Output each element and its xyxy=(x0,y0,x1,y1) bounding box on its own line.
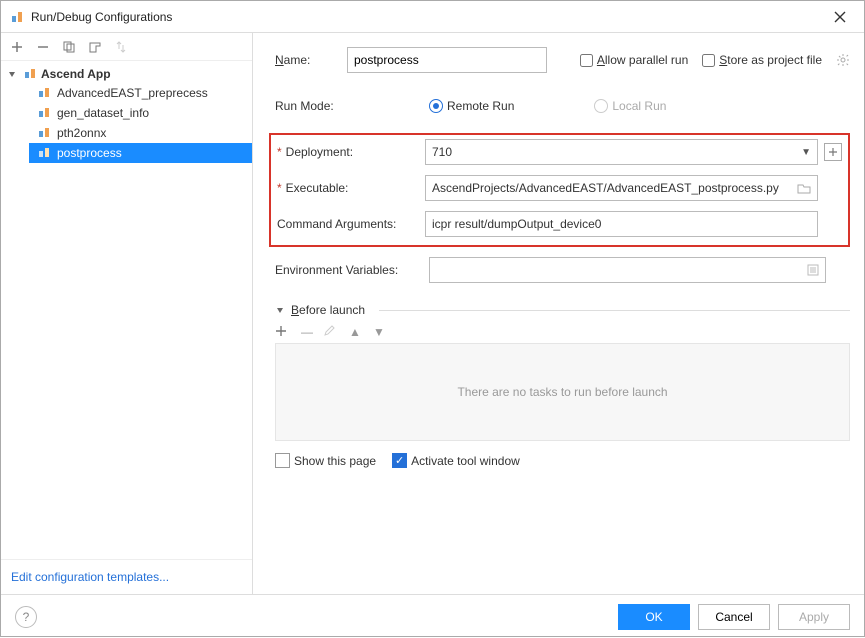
main-panel: Name: Allow parallel run Store as projec… xyxy=(253,33,864,594)
move-up-button: ▲ xyxy=(347,325,363,339)
expand-arrow-icon xyxy=(7,69,19,79)
store-project-label: Store as project file xyxy=(719,53,822,67)
window-title: Run/Debug Configurations xyxy=(31,10,824,24)
sort-config-button[interactable] xyxy=(111,37,131,57)
radio-dot-icon xyxy=(429,99,443,113)
tree-item-label: postprocess xyxy=(57,146,122,160)
remote-run-radio[interactable]: Remote Run xyxy=(429,99,514,113)
allow-parallel-checkbox[interactable]: Allow parallel run xyxy=(580,53,688,67)
app-icon xyxy=(9,9,25,25)
before-launch-empty: There are no tasks to run before launch xyxy=(275,343,850,441)
env-vars-input[interactable] xyxy=(429,257,826,283)
env-vars-row: Environment Variables: xyxy=(275,257,850,283)
allow-parallel-label: Allow parallel run xyxy=(597,53,688,67)
tree-item-postprocess[interactable]: postprocess xyxy=(29,143,252,163)
local-run-radio: Local Run xyxy=(594,99,666,113)
executable-input[interactable]: AscendProjects/AdvancedEAST/AdvancedEAST… xyxy=(425,175,818,201)
title-bar: Run/Debug Configurations xyxy=(1,1,864,33)
close-button[interactable] xyxy=(824,5,856,29)
tree-item-pth2onnx[interactable]: pth2onnx xyxy=(29,123,252,143)
add-task-button[interactable] xyxy=(275,325,291,339)
list-icon[interactable] xyxy=(807,264,819,276)
edit-templates-link[interactable]: Edit configuration templates... xyxy=(1,559,252,594)
remove-config-button[interactable] xyxy=(33,37,53,57)
checkbox-icon xyxy=(275,453,290,468)
executable-label: *Executable: xyxy=(277,181,425,195)
copy-config-button[interactable] xyxy=(59,37,79,57)
config-icon xyxy=(37,87,51,99)
tree-item-gendataset[interactable]: gen_dataset_info xyxy=(29,103,252,123)
config-icon xyxy=(37,127,51,139)
tree-item-label: pth2onnx xyxy=(57,126,106,140)
cancel-button[interactable]: Cancel xyxy=(698,604,770,630)
tree-item-advancedeast[interactable]: AdvancedEAST_preprecess xyxy=(29,83,252,103)
before-launch-toolbar: — ▲ ▼ xyxy=(275,321,850,343)
config-icon xyxy=(37,107,51,119)
store-project-checkbox[interactable]: Store as project file xyxy=(702,53,822,67)
add-config-button[interactable] xyxy=(7,37,27,57)
deployment-dropdown[interactable]: 710 ▼ xyxy=(425,139,818,165)
divider xyxy=(379,310,850,311)
deployment-row: *Deployment: 710 ▼ xyxy=(277,139,842,165)
store-project-input[interactable] xyxy=(702,54,715,67)
name-label: Name: xyxy=(275,53,347,67)
cmd-args-label: Command Arguments: xyxy=(277,217,425,231)
ok-button[interactable]: OK xyxy=(618,604,690,630)
help-button[interactable]: ? xyxy=(15,606,37,628)
folder-icon[interactable] xyxy=(797,182,811,194)
deployment-value: 710 xyxy=(432,145,795,159)
chevron-down-icon: ▼ xyxy=(801,147,811,158)
cmd-args-input[interactable]: icpr result/dumpOutput_device0 xyxy=(425,211,818,237)
apply-button: Apply xyxy=(778,604,850,630)
folder-icon xyxy=(23,68,37,80)
allow-parallel-input[interactable] xyxy=(580,54,593,67)
cmd-args-value: icpr result/dumpOutput_device0 xyxy=(432,217,811,231)
gear-icon[interactable] xyxy=(836,53,850,67)
config-icon xyxy=(37,147,51,159)
executable-row: *Executable: AscendProjects/AdvancedEAST… xyxy=(277,175,842,201)
tree-root[interactable]: Ascend App xyxy=(1,65,252,83)
env-vars-label: Environment Variables: xyxy=(275,263,429,277)
tree-root-label: Ascend App xyxy=(41,67,111,81)
before-launch-label: Before launch xyxy=(291,303,365,317)
show-page-label: Show this page xyxy=(294,454,376,468)
empty-tasks-text: There are no tasks to run before launch xyxy=(457,385,667,399)
collapse-arrow-icon xyxy=(275,305,285,315)
before-launch-header[interactable]: Before launch xyxy=(275,303,850,321)
name-row: Name: Allow parallel run Store as projec… xyxy=(275,47,850,73)
remove-task-button: — xyxy=(299,325,315,339)
cmd-args-row: Command Arguments: icpr result/dumpOutpu… xyxy=(277,211,842,237)
edit-task-button xyxy=(323,325,339,339)
footer: ? OK Cancel Apply xyxy=(1,594,864,638)
save-config-button[interactable] xyxy=(85,37,105,57)
tree-item-label: AdvancedEAST_preprecess xyxy=(57,86,208,100)
config-tree: Ascend App AdvancedEAST_preprecess gen_d… xyxy=(1,61,252,559)
executable-value: AscendProjects/AdvancedEAST/AdvancedEAST… xyxy=(432,181,791,195)
deployment-label: *Deployment: xyxy=(277,145,425,159)
activate-tool-checkbox[interactable]: ✓ Activate tool window xyxy=(392,453,520,468)
local-run-label: Local Run xyxy=(612,99,666,113)
run-mode-label: Run Mode: xyxy=(275,99,429,113)
before-launch-section: Before launch — ▲ ▼ There are no tasks t… xyxy=(275,303,850,468)
show-page-checkbox[interactable]: Show this page xyxy=(275,453,376,468)
tree-item-label: gen_dataset_info xyxy=(57,106,149,120)
add-deployment-button[interactable] xyxy=(824,143,842,161)
run-mode-row: Run Mode: Remote Run Local Run xyxy=(275,93,850,119)
sidebar: Ascend App AdvancedEAST_preprecess gen_d… xyxy=(1,33,253,594)
checkbox-checked-icon: ✓ xyxy=(392,453,407,468)
move-down-button: ▼ xyxy=(371,325,387,339)
activate-tool-label: Activate tool window xyxy=(411,454,520,468)
sidebar-toolbar xyxy=(1,33,252,61)
remote-run-label: Remote Run xyxy=(447,99,514,113)
radio-dot-icon xyxy=(594,99,608,113)
highlighted-fields: *Deployment: 710 ▼ *Executable: AscendPr… xyxy=(269,133,850,247)
name-input[interactable] xyxy=(347,47,547,73)
